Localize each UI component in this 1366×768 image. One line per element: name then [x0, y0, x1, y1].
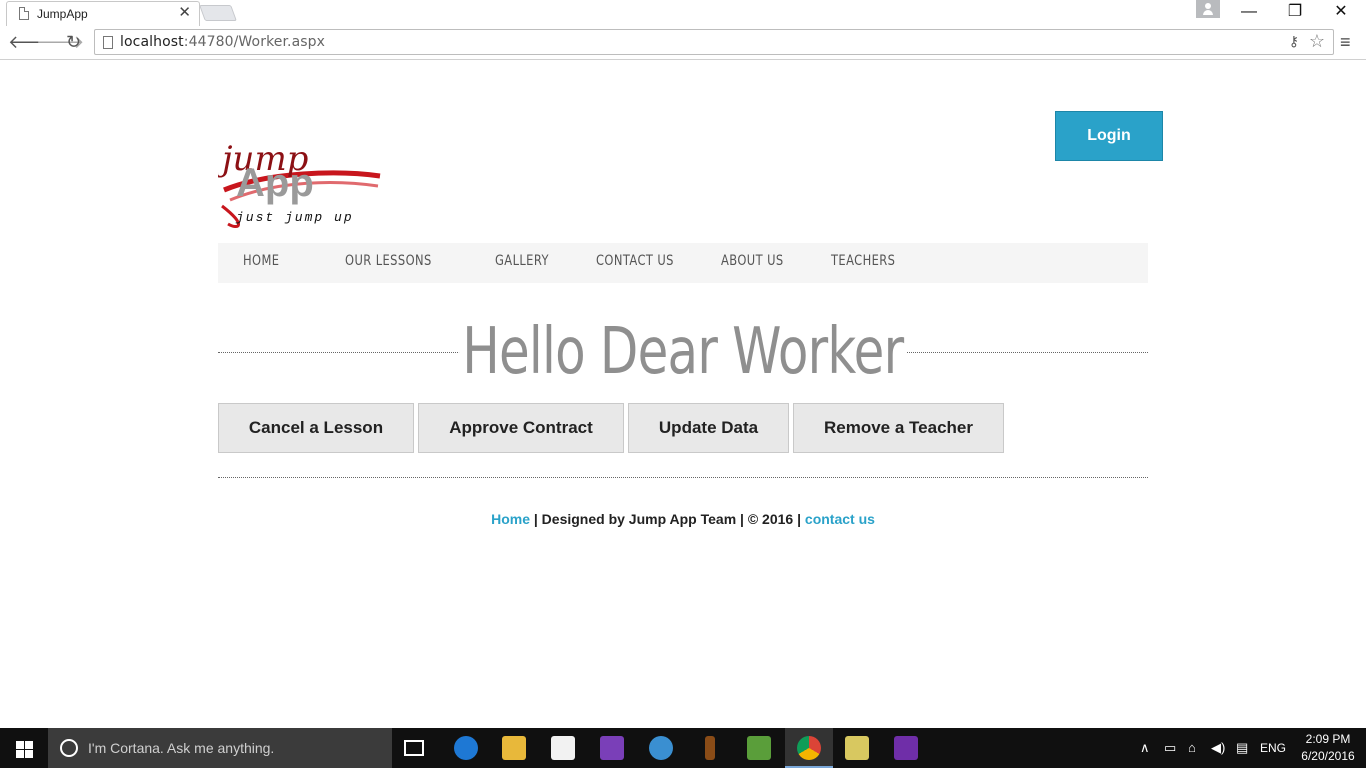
footer-credits: | Designed by Jump App Team | © 2016 | — [529, 511, 805, 527]
cortana-placeholder: I'm Cortana. Ask me anything. — [88, 740, 275, 756]
language-indicator[interactable]: ENG — [1260, 741, 1286, 755]
cortana-search-box[interactable]: I'm Cortana. Ask me anything. — [48, 728, 392, 768]
main-nav: HOME OUR LESSONS GALLERY CONTACT US ABOU… — [218, 243, 1148, 283]
volume-icon[interactable]: ◀) — [1211, 740, 1225, 756]
page-icon — [19, 7, 29, 20]
url-host: localhost — [120, 34, 184, 50]
visual-studio-icon[interactable] — [600, 736, 624, 760]
minimize-button[interactable]: — — [1226, 2, 1272, 22]
key-icon[interactable]: ⚷ — [1289, 33, 1299, 50]
bookmark-star-icon[interactable]: ☆ — [1309, 31, 1325, 52]
logo-tagline: just jump up — [235, 210, 354, 225]
page-title-text: Hello Dear Worker — [459, 315, 907, 389]
tab-close-icon[interactable]: ✕ — [178, 5, 191, 21]
nav-item-teachers[interactable]: TEACHERS — [831, 253, 895, 269]
clock-time: 2:09 PM — [1305, 732, 1351, 746]
battery-icon[interactable]: ▭ — [1164, 740, 1176, 756]
app-globe-icon[interactable] — [649, 736, 673, 760]
store-icon[interactable] — [551, 736, 575, 760]
clock-date: 6/20/2016 — [1301, 749, 1355, 763]
app-chart-icon[interactable] — [747, 736, 771, 760]
address-bar[interactable]: localhost:44780/Worker.aspx ⚷ ☆ — [94, 29, 1334, 55]
chrome-icon[interactable] — [797, 736, 821, 760]
nav-item-our-lessons[interactable]: OUR LESSONS — [345, 253, 432, 269]
app-map-icon[interactable] — [845, 736, 869, 760]
content-divider — [218, 477, 1148, 478]
nav-item-home[interactable]: HOME — [243, 253, 279, 269]
page-icon — [103, 36, 113, 49]
url-path: :44780/Worker.aspx — [183, 34, 326, 50]
footer: Home | Designed by Jump App Team | © 201… — [0, 511, 1366, 527]
footer-contact-link[interactable]: contact us — [805, 511, 875, 527]
nav-item-gallery[interactable]: GALLERY — [495, 253, 549, 269]
tray-chevron-icon[interactable]: ∧ — [1140, 740, 1150, 756]
app-tool-icon[interactable] — [705, 736, 715, 760]
browser-tabstrip: JumpApp ✕ — ❐ ✕ — [0, 0, 1366, 26]
browser-menu-icon[interactable]: ≡ — [1340, 32, 1351, 52]
cortana-icon — [60, 739, 78, 757]
close-window-button[interactable]: ✕ — [1318, 2, 1364, 22]
task-view-icon[interactable] — [404, 740, 424, 756]
cancel-lesson-button[interactable]: Cancel a Lesson — [218, 403, 414, 453]
update-data-button[interactable]: Update Data — [628, 403, 789, 453]
browser-toolbar: 🡐 🡒 ↻ localhost:44780/Worker.aspx ⚷ ☆ ≡ — [0, 26, 1366, 60]
approve-contract-button[interactable]: Approve Contract — [418, 403, 624, 453]
new-tab-button[interactable] — [199, 5, 237, 21]
nav-item-about-us[interactable]: ABOUT US — [721, 253, 784, 269]
visual-studio-icon-2[interactable] — [894, 736, 918, 760]
clock[interactable]: 2:09 PM 6/20/2016 — [1296, 731, 1360, 765]
remove-teacher-button[interactable]: Remove a Teacher — [793, 403, 1004, 453]
network-icon[interactable]: ⌂ — [1188, 740, 1196, 755]
heading-row: Hello Dear Worker — [218, 315, 1148, 395]
browser-tab[interactable]: JumpApp ✕ — [6, 1, 200, 26]
windows-taskbar: I'm Cortana. Ask me anything. ∧ ▭ ⌂ ◀) ▤… — [0, 728, 1366, 768]
reload-icon[interactable]: ↻ — [66, 31, 81, 53]
nav-item-contact-us[interactable]: CONTACT US — [596, 253, 674, 269]
page-title: Hello Dear Worker — [218, 315, 1148, 389]
tab-title: JumpApp — [37, 7, 88, 21]
notifications-icon[interactable]: ▤ — [1236, 740, 1248, 756]
start-button[interactable] — [0, 728, 48, 768]
footer-home-link[interactable]: Home — [491, 511, 530, 527]
login-button[interactable]: Login — [1055, 111, 1163, 161]
url-text[interactable]: localhost:44780/Worker.aspx — [120, 34, 325, 50]
logo-word-app: App — [236, 161, 314, 205]
jumpapp-logo[interactable]: jump App just jump up — [215, 130, 386, 234]
file-explorer-icon[interactable] — [502, 736, 526, 760]
edge-icon[interactable] — [454, 736, 478, 760]
restore-button[interactable]: ❐ — [1272, 2, 1318, 22]
profile-icon[interactable] — [1196, 0, 1220, 18]
